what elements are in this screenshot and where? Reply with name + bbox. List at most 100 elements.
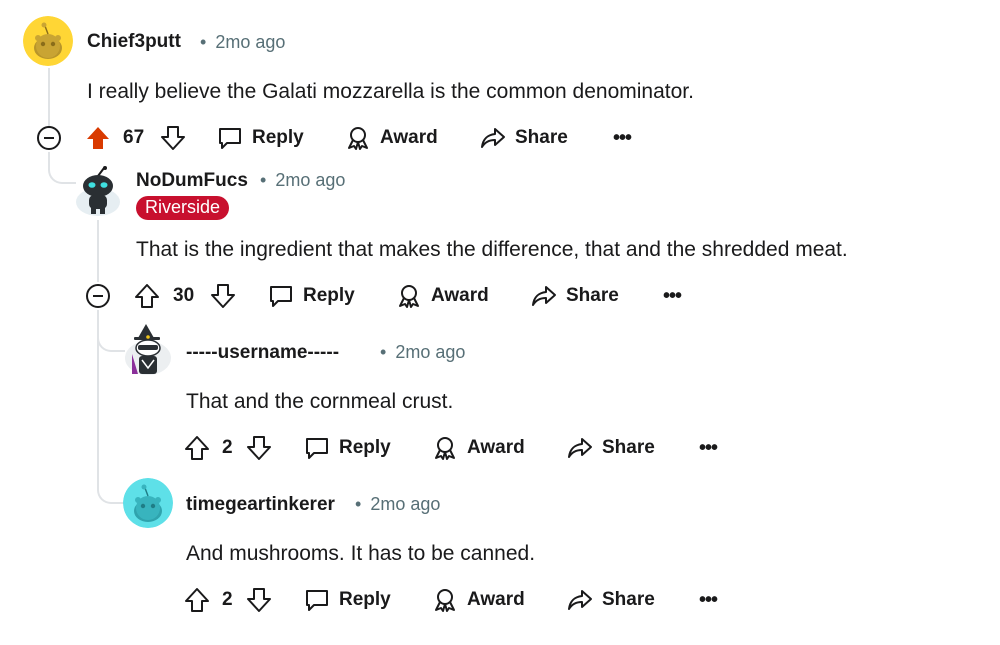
reply-label: Reply (303, 285, 355, 306)
vote-count: 30 (173, 285, 195, 306)
comment-timestamp: • 2mo ago (355, 494, 440, 515)
vote-count: 2 (222, 589, 233, 610)
comment-action-bar: 2 Reply Award Share ••• (184, 584, 744, 616)
downvote-outline-icon (161, 126, 185, 150)
share-arrow-icon (532, 286, 556, 306)
share-arrow-icon (568, 438, 592, 458)
vote-count: 2 (222, 437, 233, 458)
reply-label: Reply (252, 127, 304, 148)
timestamp-text: 2mo ago (370, 494, 441, 514)
award-button[interactable]: Award (432, 584, 525, 616)
share-label: Share (566, 285, 619, 306)
comment-timestamp: • 2mo ago (380, 342, 465, 363)
comment-body: That is the ingredient that makes the di… (136, 238, 848, 261)
comment-body: And mushrooms. It has to be canned. (186, 542, 536, 565)
share-label: Share (602, 437, 655, 458)
share-label: Share (602, 589, 655, 610)
award-label: Award (431, 285, 489, 306)
reply-button[interactable]: Reply (304, 432, 391, 464)
comment-author[interactable]: Chief3putt (87, 31, 181, 53)
more-options-button[interactable]: ••• (663, 280, 682, 312)
reply-button[interactable]: Reply (304, 584, 391, 616)
comment-bubble-icon (306, 590, 328, 611)
comment-action-bar: 2 Reply Award Share ••• (184, 432, 744, 464)
comment-bubble-icon (306, 438, 328, 459)
reply-button[interactable]: Reply (268, 280, 355, 312)
thread-elbow-reply-1 (48, 152, 76, 184)
upvote-outline-icon (135, 284, 159, 308)
separator-dot: • (380, 342, 387, 362)
upvote-button[interactable] (184, 432, 210, 464)
award-icon (399, 285, 419, 308)
separator-dot: • (355, 494, 362, 514)
robot-snoo-avatar-icon (76, 166, 120, 216)
share-button[interactable]: Share (480, 122, 568, 154)
collapse-thread-button[interactable] (86, 284, 110, 308)
timestamp-text: 2mo ago (395, 342, 466, 362)
award-icon (435, 437, 455, 460)
share-arrow-icon (481, 128, 505, 148)
separator-dot: • (260, 170, 267, 190)
upvote-button[interactable] (184, 584, 210, 616)
separator-dot: • (200, 32, 207, 52)
reply-label: Reply (339, 437, 391, 458)
snoo-avatar-icon (23, 16, 73, 66)
upvote-outline-icon (185, 588, 209, 612)
comment-author[interactable]: -----username----- (186, 342, 339, 364)
share-button[interactable]: Share (531, 280, 619, 312)
downvote-button[interactable] (210, 280, 236, 312)
reply-button[interactable]: Reply (217, 122, 304, 154)
share-button[interactable]: Share (567, 584, 655, 616)
collapse-thread-button[interactable] (37, 126, 61, 150)
thread-line-level-1 (48, 68, 50, 126)
share-arrow-icon (568, 590, 592, 610)
timestamp-text: 2mo ago (215, 32, 286, 52)
more-options-button[interactable]: ••• (699, 584, 718, 616)
award-label: Award (380, 127, 438, 148)
comment-action-bar: 30 Reply Award Share ••• (134, 280, 694, 312)
witch-hat-snoo-avatar-icon (125, 324, 171, 375)
upvote-button[interactable] (134, 280, 160, 312)
comment-bubble-icon (270, 286, 292, 307)
reply-label: Reply (339, 589, 391, 610)
avatar[interactable] (74, 166, 122, 216)
vote-count: 67 (123, 127, 145, 148)
downvote-button[interactable] (246, 432, 272, 464)
downvote-outline-icon (247, 436, 271, 460)
comment-body: I really believe the Galati mozzarella i… (87, 80, 694, 103)
avatar[interactable] (123, 478, 173, 528)
upvote-button[interactable] (85, 122, 111, 154)
award-button[interactable]: Award (345, 122, 438, 154)
award-button[interactable]: Award (396, 280, 489, 312)
downvote-button[interactable] (160, 122, 186, 154)
thread-elbow-reply-3 (97, 310, 125, 504)
share-label: Share (515, 127, 568, 148)
snoo-avatar-icon (123, 478, 173, 528)
timestamp-text: 2mo ago (275, 170, 346, 190)
comment-action-bar: 67 Reply Award Share ••• (85, 122, 645, 154)
share-button[interactable]: Share (567, 432, 655, 464)
award-label: Award (467, 589, 525, 610)
award-label: Award (467, 437, 525, 458)
award-icon (348, 127, 368, 150)
comment-author[interactable]: NoDumFucs (136, 170, 248, 192)
downvote-outline-icon (247, 588, 271, 612)
comment-author[interactable]: timegeartinkerer (186, 494, 335, 516)
more-options-button[interactable]: ••• (613, 122, 632, 154)
award-icon (435, 589, 455, 612)
award-button[interactable]: Award (432, 432, 525, 464)
comment-body: That and the cornmeal crust. (186, 390, 454, 413)
comment-bubble-icon (219, 128, 241, 149)
comment-timestamp: • 2mo ago (200, 32, 285, 53)
more-options-button[interactable]: ••• (699, 432, 718, 464)
downvote-outline-icon (211, 284, 235, 308)
upvote-outline-icon (185, 436, 209, 460)
avatar[interactable] (23, 16, 73, 66)
upvote-filled-icon (87, 127, 109, 149)
minus-icon (44, 137, 54, 139)
minus-icon (93, 295, 103, 297)
avatar[interactable] (124, 324, 172, 376)
comment-timestamp: • 2mo ago (260, 170, 345, 191)
downvote-button[interactable] (246, 584, 272, 616)
user-flair-badge: Riverside (136, 196, 230, 220)
